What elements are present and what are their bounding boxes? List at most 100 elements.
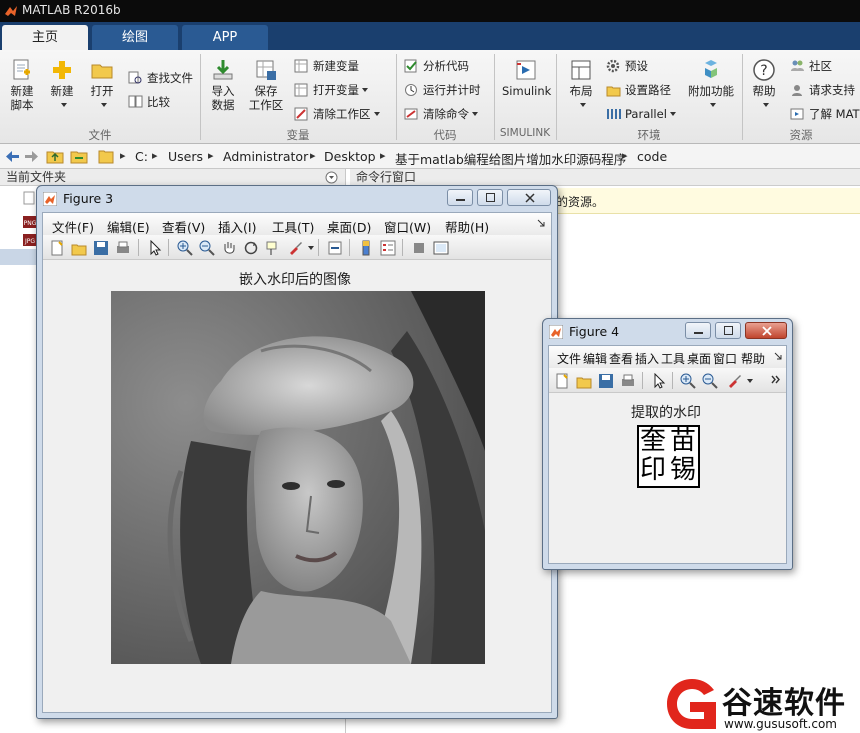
zoom-in-icon[interactable] xyxy=(177,240,193,256)
tab-home[interactable]: 主页 xyxy=(2,25,88,50)
simulink-button[interactable]: Simulink xyxy=(502,58,551,98)
save-icon[interactable] xyxy=(598,373,614,389)
edit-plot-arrow-icon[interactable] xyxy=(147,240,163,256)
toolbar-overflow-icon[interactable] xyxy=(771,375,781,384)
zoom-out-icon[interactable] xyxy=(702,373,718,389)
maximize-button[interactable] xyxy=(477,189,503,206)
menu-desktop[interactable]: 桌面(D) xyxy=(327,217,371,236)
new-script-button[interactable]: 新建 脚本 xyxy=(4,58,40,112)
link-plot-icon[interactable] xyxy=(327,240,343,256)
tab-plots[interactable]: 绘图 xyxy=(92,25,178,50)
learn-matlab-button[interactable]: 了解 MAT xyxy=(790,104,860,124)
figure-3-title-bar[interactable]: Figure 3 xyxy=(37,186,557,212)
panel-options-icon[interactable] xyxy=(325,171,338,184)
menu-view[interactable]: 查看 xyxy=(609,350,633,367)
find-files-button[interactable]: 查找文件 xyxy=(128,68,193,88)
menu-edit[interactable]: 编辑 xyxy=(583,350,607,367)
pan-hand-icon[interactable] xyxy=(221,240,237,256)
parallel-button[interactable]: Parallel xyxy=(606,104,676,124)
add-ons-button[interactable]: 附加功能 xyxy=(686,58,736,112)
figure-4-title-bar[interactable]: Figure 4 xyxy=(543,319,792,345)
browse-folder-icon[interactable] xyxy=(70,148,88,164)
import-data-button[interactable]: 导入 数据 xyxy=(206,58,240,112)
compare-button[interactable]: 比较 xyxy=(128,92,170,112)
print-icon[interactable] xyxy=(620,373,636,389)
open-file-icon[interactable] xyxy=(576,373,592,389)
gususoft-brand-name: 谷速软件 xyxy=(722,686,846,721)
back-arrow-icon[interactable] xyxy=(4,150,20,163)
minimize-button[interactable] xyxy=(447,189,473,206)
new-label: 新建 xyxy=(50,84,74,98)
path-segment[interactable]: code xyxy=(637,149,667,164)
community-button[interactable]: 社区 xyxy=(790,56,832,76)
close-button[interactable] xyxy=(507,189,551,206)
open-variable-button[interactable]: 打开变量 xyxy=(294,80,368,100)
show-plot-tools-icon[interactable] xyxy=(433,240,449,256)
add-ons-label: 附加功能 xyxy=(688,84,734,98)
close-button[interactable] xyxy=(745,322,787,339)
open-button[interactable]: 打开 xyxy=(86,58,118,112)
new-variable-button[interactable]: 新建变量 xyxy=(294,56,359,76)
analyze-code-button[interactable]: 分析代码 xyxy=(404,56,469,76)
file-icon[interactable] xyxy=(22,191,36,205)
zoom-out-icon[interactable] xyxy=(199,240,215,256)
help-button[interactable]: ? 帮助 xyxy=(748,58,780,112)
brush-dropdown-icon[interactable] xyxy=(747,379,753,383)
menu-view[interactable]: 查看(V) xyxy=(162,217,205,236)
legend-icon[interactable] xyxy=(380,240,396,256)
close-icon xyxy=(762,326,772,336)
preferences-button[interactable]: 预设 xyxy=(606,56,648,76)
minimize-button[interactable] xyxy=(685,322,711,339)
path-segment[interactable]: Users xyxy=(168,149,203,164)
menu-help[interactable]: 帮助(H) xyxy=(445,217,489,236)
menu-file[interactable]: 文件 xyxy=(557,350,581,367)
clear-workspace-button[interactable]: 清除工作区 xyxy=(294,104,380,124)
zoom-in-icon[interactable] xyxy=(680,373,696,389)
menu-window[interactable]: 窗口(W) xyxy=(384,217,431,236)
save-workspace-button[interactable]: 保存 工作区 xyxy=(246,58,286,112)
request-support-button[interactable]: 请求支持 xyxy=(790,80,855,100)
path-segment[interactable]: 基于matlab编程给图片增加水印源码程序 xyxy=(395,149,626,168)
edit-plot-arrow-icon[interactable] xyxy=(651,373,667,389)
new-button[interactable]: 新建 xyxy=(46,58,78,112)
selected-file-row[interactable] xyxy=(0,249,36,265)
menu-desktop[interactable]: 桌面 xyxy=(687,350,711,367)
menu-overflow-icon[interactable] xyxy=(774,352,782,360)
figure-4-body: 文件 编辑 查看 插入 工具 桌面 窗口 帮助 提取的水印 奎 苗 印 锡 xyxy=(548,345,787,564)
menu-tools[interactable]: 工具 xyxy=(661,350,685,367)
brush-icon[interactable] xyxy=(287,240,303,256)
minimize-icon xyxy=(694,332,703,334)
clear-commands-button[interactable]: 清除命令 xyxy=(404,104,478,124)
forward-arrow-icon[interactable] xyxy=(24,150,40,163)
menu-help[interactable]: 帮助 xyxy=(741,350,765,367)
menu-file[interactable]: 文件(F) xyxy=(52,217,94,236)
menu-insert[interactable]: 插入(I) xyxy=(218,217,256,236)
menu-overflow-icon[interactable] xyxy=(537,219,545,227)
brush-icon[interactable] xyxy=(726,373,742,389)
menu-tools[interactable]: 工具(T) xyxy=(272,217,314,236)
up-folder-icon[interactable] xyxy=(46,148,64,164)
path-segment[interactable]: Administrator xyxy=(223,149,308,164)
path-segment[interactable]: C: xyxy=(135,149,148,164)
brush-dropdown-icon[interactable] xyxy=(308,246,314,250)
new-figure-icon[interactable] xyxy=(49,240,65,256)
menu-edit[interactable]: 编辑(E) xyxy=(107,217,150,236)
tab-apps[interactable]: APP xyxy=(182,25,268,50)
menu-window[interactable]: 窗口 xyxy=(713,350,737,367)
colorbar-icon[interactable] xyxy=(358,240,374,256)
menu-insert[interactable]: 插入 xyxy=(635,350,659,367)
save-icon[interactable] xyxy=(93,240,109,256)
hide-plot-tools-icon[interactable] xyxy=(411,240,427,256)
layout-button[interactable]: 布局 xyxy=(564,58,598,112)
maximize-button[interactable] xyxy=(715,322,741,339)
help-icon: ? xyxy=(753,59,775,81)
rotate-3d-icon[interactable] xyxy=(243,240,259,256)
new-figure-icon[interactable] xyxy=(554,373,570,389)
set-path-button[interactable]: 设置路径 xyxy=(606,80,671,100)
data-cursor-icon[interactable] xyxy=(265,240,281,256)
clear-commands-icon xyxy=(404,108,418,120)
path-segment[interactable]: Desktop xyxy=(324,149,376,164)
print-icon[interactable] xyxy=(115,240,131,256)
open-file-icon[interactable] xyxy=(71,240,87,256)
run-and-time-button[interactable]: 运行并计时 xyxy=(404,80,481,100)
